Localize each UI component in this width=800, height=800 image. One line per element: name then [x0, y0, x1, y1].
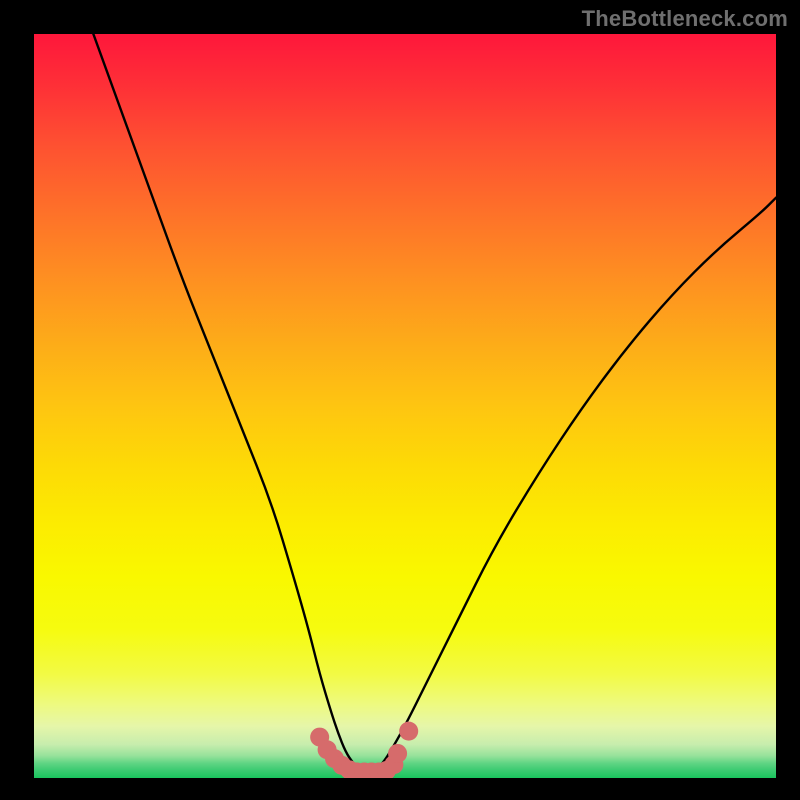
curve-layer	[34, 34, 776, 778]
highlight-dot	[399, 722, 418, 741]
plot-area	[34, 34, 776, 778]
bottleneck-curve	[93, 34, 776, 772]
highlight-dots	[310, 722, 418, 778]
highlight-dot	[388, 744, 407, 763]
chart-frame: TheBottleneck.com	[0, 0, 800, 800]
watermark-text: TheBottleneck.com	[582, 6, 788, 32]
